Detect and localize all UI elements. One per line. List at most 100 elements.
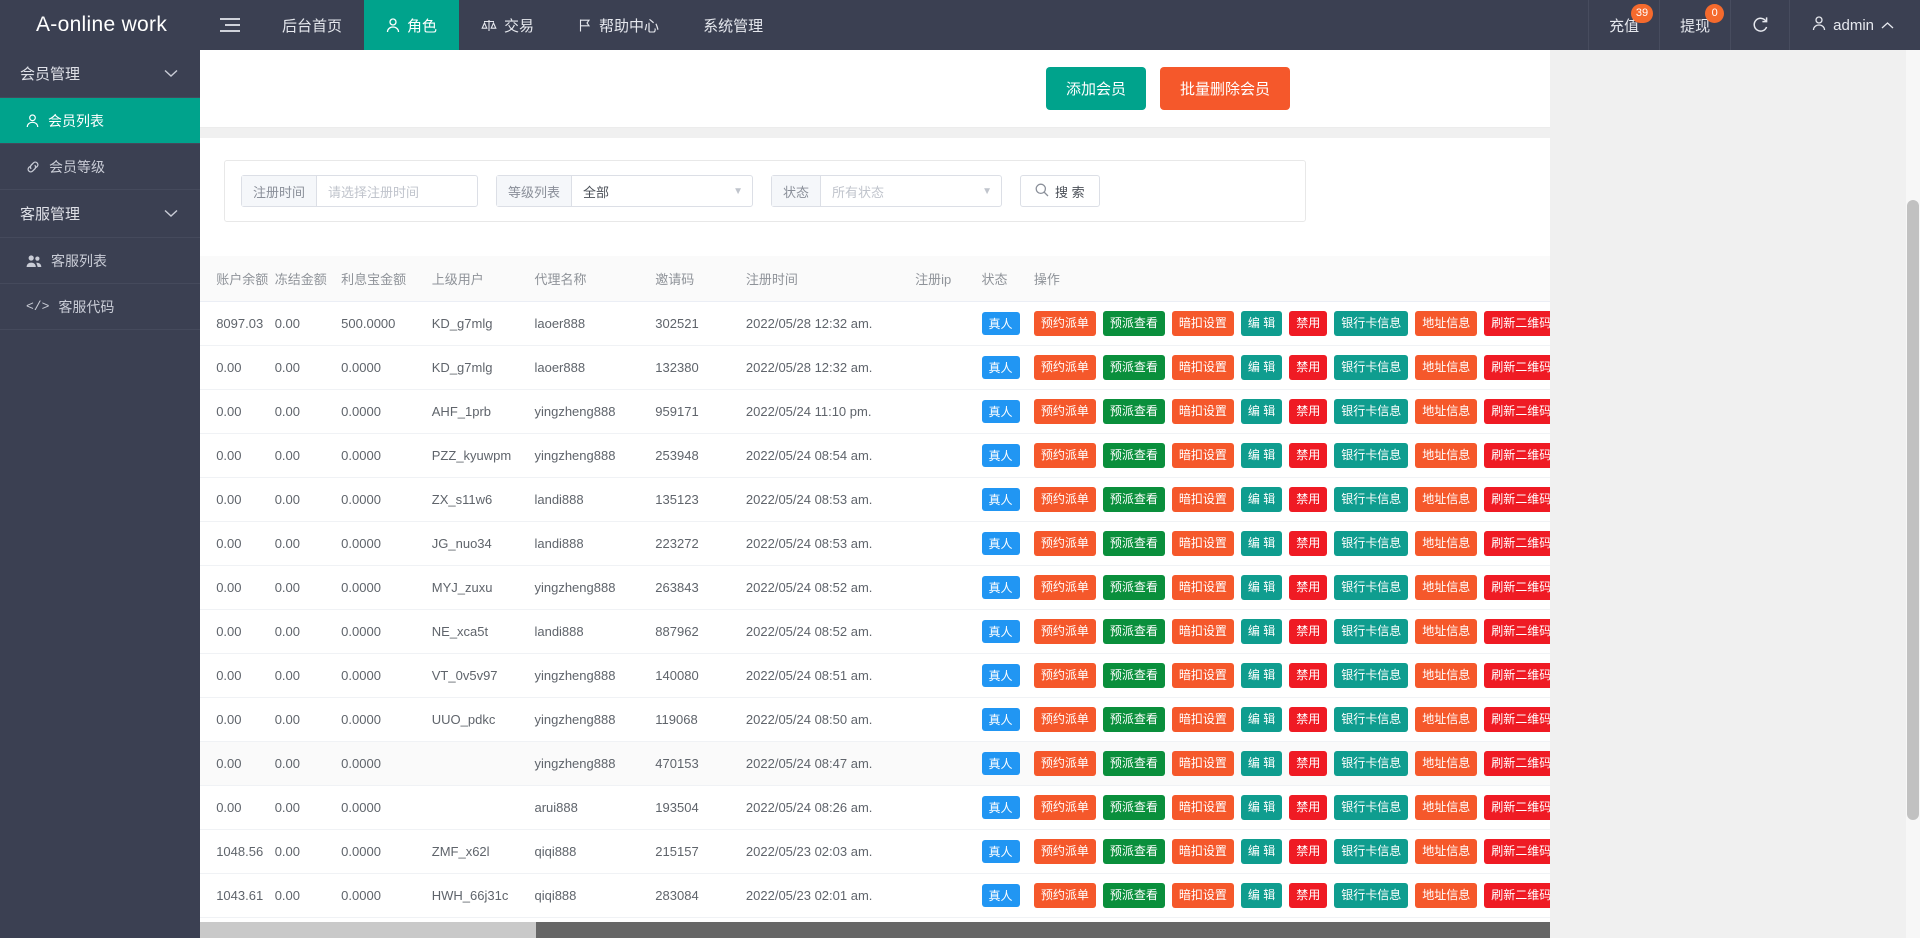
op-button-1[interactable]: 预派查看 bbox=[1103, 487, 1165, 512]
op-button-0[interactable]: 预约派单 bbox=[1034, 487, 1096, 512]
op-button-7[interactable]: 刷新二维码 bbox=[1484, 575, 1550, 600]
status-badge[interactable]: 真人 bbox=[982, 444, 1020, 467]
op-button-6[interactable]: 地址信息 bbox=[1415, 839, 1477, 864]
status-field[interactable]: 状态 所有状态 ▼ bbox=[771, 175, 1002, 207]
recharge-button[interactable]: 充值 39 bbox=[1588, 0, 1659, 50]
op-button-4[interactable]: 禁用 bbox=[1289, 443, 1327, 468]
op-button-6[interactable]: 地址信息 bbox=[1415, 487, 1477, 512]
column-regtime[interactable]: 注册时间 bbox=[746, 256, 915, 302]
op-button-0[interactable]: 预约派单 bbox=[1034, 751, 1096, 776]
op-button-5[interactable]: 银行卡信息 bbox=[1334, 531, 1408, 556]
op-button-6[interactable]: 地址信息 bbox=[1415, 883, 1477, 908]
horizontal-scrollbar[interactable] bbox=[200, 922, 1550, 938]
nav-item-home[interactable]: 后台首页 bbox=[260, 0, 364, 50]
op-button-0[interactable]: 预约派单 bbox=[1034, 619, 1096, 644]
op-button-7[interactable]: 刷新二维码 bbox=[1484, 531, 1550, 556]
op-button-1[interactable]: 预派查看 bbox=[1103, 707, 1165, 732]
op-button-6[interactable]: 地址信息 bbox=[1415, 399, 1477, 424]
op-button-2[interactable]: 暗扣设置 bbox=[1172, 795, 1234, 820]
batch-delete-button[interactable]: 批量删除会员 bbox=[1160, 67, 1290, 110]
op-button-4[interactable]: 禁用 bbox=[1289, 531, 1327, 556]
op-button-1[interactable]: 预派查看 bbox=[1103, 663, 1165, 688]
op-button-5[interactable]: 银行卡信息 bbox=[1334, 751, 1408, 776]
op-button-7[interactable]: 刷新二维码 bbox=[1484, 795, 1550, 820]
status-badge[interactable]: 真人 bbox=[982, 708, 1020, 731]
op-button-5[interactable]: 银行卡信息 bbox=[1334, 663, 1408, 688]
op-button-2[interactable]: 暗扣设置 bbox=[1172, 531, 1234, 556]
op-button-6[interactable]: 地址信息 bbox=[1415, 575, 1477, 600]
status-badge[interactable]: 真人 bbox=[982, 576, 1020, 599]
sidebar-item-member-list[interactable]: 会员列表 bbox=[0, 98, 200, 144]
status-badge[interactable]: 真人 bbox=[982, 884, 1020, 907]
op-button-4[interactable]: 禁用 bbox=[1289, 707, 1327, 732]
op-button-5[interactable]: 银行卡信息 bbox=[1334, 443, 1408, 468]
op-button-5[interactable]: 银行卡信息 bbox=[1334, 619, 1408, 644]
op-button-0[interactable]: 预约派单 bbox=[1034, 839, 1096, 864]
status-badge[interactable]: 真人 bbox=[982, 400, 1020, 423]
sidebar-item-service-list[interactable]: 客服列表 bbox=[0, 238, 200, 284]
status-badge[interactable]: 真人 bbox=[982, 664, 1020, 687]
reg-time-input[interactable]: 请选择注册时间 bbox=[317, 176, 477, 206]
horizontal-scroll-thumb[interactable] bbox=[200, 922, 536, 938]
column-status[interactable]: 状态 bbox=[982, 256, 1034, 302]
nav-item-help[interactable]: 帮助中心 bbox=[556, 0, 681, 50]
op-button-6[interactable]: 地址信息 bbox=[1415, 707, 1477, 732]
op-button-2[interactable]: 暗扣设置 bbox=[1172, 883, 1234, 908]
op-button-7[interactable]: 刷新二维码 bbox=[1484, 663, 1550, 688]
op-button-6[interactable]: 地址信息 bbox=[1415, 443, 1477, 468]
column-ip[interactable]: 注册ip bbox=[915, 256, 981, 302]
op-button-7[interactable]: 刷新二维码 bbox=[1484, 707, 1550, 732]
status-badge[interactable]: 真人 bbox=[982, 752, 1020, 775]
op-button-4[interactable]: 禁用 bbox=[1289, 355, 1327, 380]
op-button-2[interactable]: 暗扣设置 bbox=[1172, 839, 1234, 864]
page-vertical-scroll-thumb[interactable] bbox=[1907, 200, 1919, 820]
op-button-7[interactable]: 刷新二维码 bbox=[1484, 443, 1550, 468]
op-button-0[interactable]: 预约派单 bbox=[1034, 311, 1096, 336]
op-button-7[interactable]: 刷新二维码 bbox=[1484, 839, 1550, 864]
refresh-icon[interactable] bbox=[1730, 0, 1789, 50]
op-button-4[interactable]: 禁用 bbox=[1289, 839, 1327, 864]
op-button-0[interactable]: 预约派单 bbox=[1034, 575, 1096, 600]
op-button-4[interactable]: 禁用 bbox=[1289, 487, 1327, 512]
withdraw-button[interactable]: 提现 0 bbox=[1659, 0, 1730, 50]
status-badge[interactable]: 真人 bbox=[982, 620, 1020, 643]
op-button-3[interactable]: 编 辑 bbox=[1241, 751, 1282, 776]
op-button-2[interactable]: 暗扣设置 bbox=[1172, 751, 1234, 776]
op-button-6[interactable]: 地址信息 bbox=[1415, 619, 1477, 644]
op-button-4[interactable]: 禁用 bbox=[1289, 795, 1327, 820]
op-button-6[interactable]: 地址信息 bbox=[1415, 663, 1477, 688]
column-balance[interactable]: 账户余额 bbox=[200, 256, 275, 302]
op-button-1[interactable]: 预派查看 bbox=[1103, 311, 1165, 336]
op-button-6[interactable]: 地址信息 bbox=[1415, 795, 1477, 820]
user-menu[interactable]: admin bbox=[1789, 0, 1920, 50]
op-button-4[interactable]: 禁用 bbox=[1289, 575, 1327, 600]
op-button-1[interactable]: 预派查看 bbox=[1103, 839, 1165, 864]
column-frozen[interactable]: 冻结金额 bbox=[275, 256, 341, 302]
op-button-7[interactable]: 刷新二维码 bbox=[1484, 751, 1550, 776]
search-button[interactable]: 搜 索 bbox=[1020, 175, 1100, 207]
sidebar-item-member-level[interactable]: 会员等级 bbox=[0, 144, 200, 190]
sidebar-group-member[interactable]: 会员管理 bbox=[0, 50, 200, 98]
op-button-1[interactable]: 预派查看 bbox=[1103, 531, 1165, 556]
nav-item-role[interactable]: 角色 bbox=[364, 0, 459, 50]
column-interest[interactable]: 利息宝金额 bbox=[341, 256, 432, 302]
op-button-0[interactable]: 预约派单 bbox=[1034, 531, 1096, 556]
column-invite[interactable]: 邀请码 bbox=[655, 256, 746, 302]
op-button-1[interactable]: 预派查看 bbox=[1103, 575, 1165, 600]
op-button-7[interactable]: 刷新二维码 bbox=[1484, 487, 1550, 512]
op-button-3[interactable]: 编 辑 bbox=[1241, 707, 1282, 732]
op-button-3[interactable]: 编 辑 bbox=[1241, 311, 1282, 336]
op-button-7[interactable]: 刷新二维码 bbox=[1484, 355, 1550, 380]
op-button-4[interactable]: 禁用 bbox=[1289, 311, 1327, 336]
op-button-2[interactable]: 暗扣设置 bbox=[1172, 355, 1234, 380]
op-button-3[interactable]: 编 辑 bbox=[1241, 663, 1282, 688]
column-agent[interactable]: 代理名称 bbox=[534, 256, 655, 302]
op-button-3[interactable]: 编 辑 bbox=[1241, 839, 1282, 864]
hamburger-icon[interactable] bbox=[200, 0, 260, 50]
op-button-2[interactable]: 暗扣设置 bbox=[1172, 663, 1234, 688]
horizontal-scroll-track[interactable] bbox=[536, 922, 1550, 938]
op-button-3[interactable]: 编 辑 bbox=[1241, 487, 1282, 512]
op-button-3[interactable]: 编 辑 bbox=[1241, 443, 1282, 468]
op-button-1[interactable]: 预派查看 bbox=[1103, 751, 1165, 776]
op-button-0[interactable]: 预约派单 bbox=[1034, 355, 1096, 380]
